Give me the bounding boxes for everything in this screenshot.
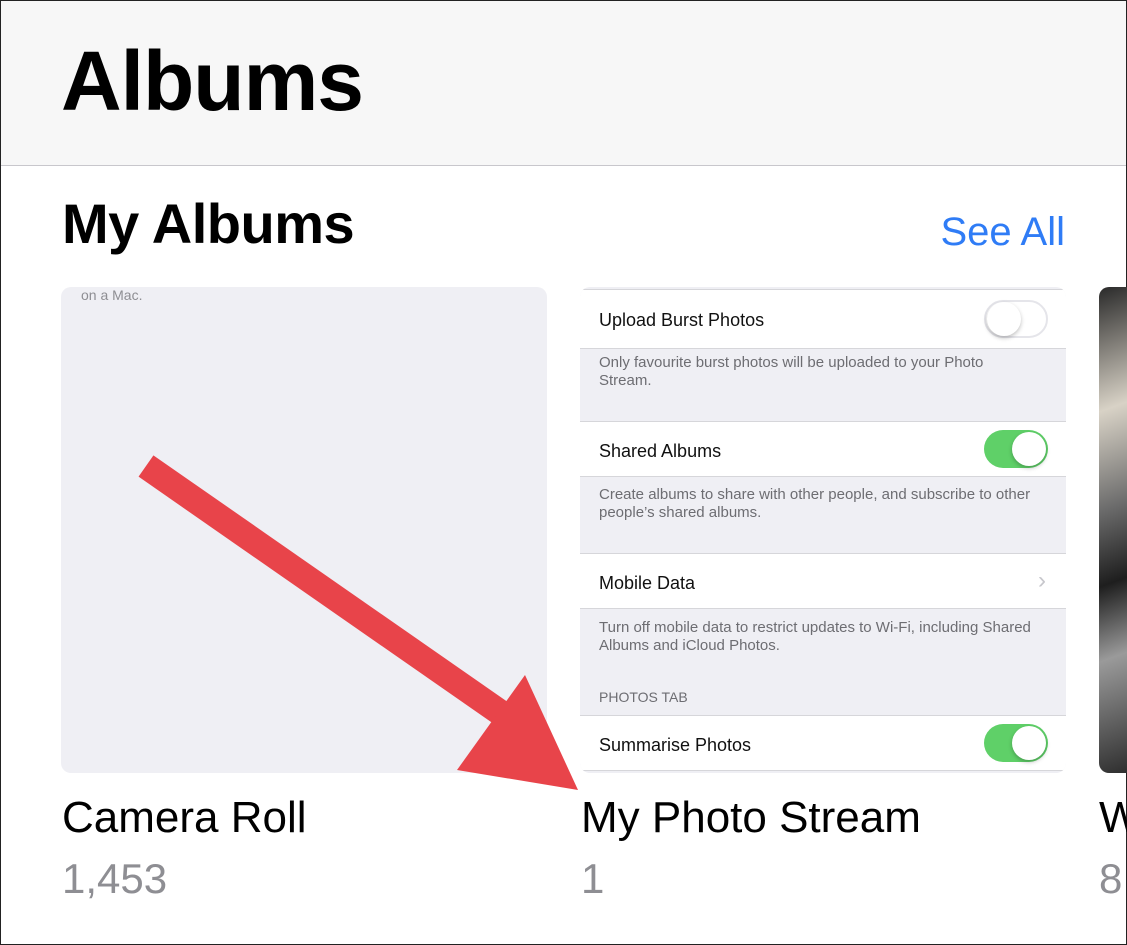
annotation-arrow	[138, 455, 578, 790]
